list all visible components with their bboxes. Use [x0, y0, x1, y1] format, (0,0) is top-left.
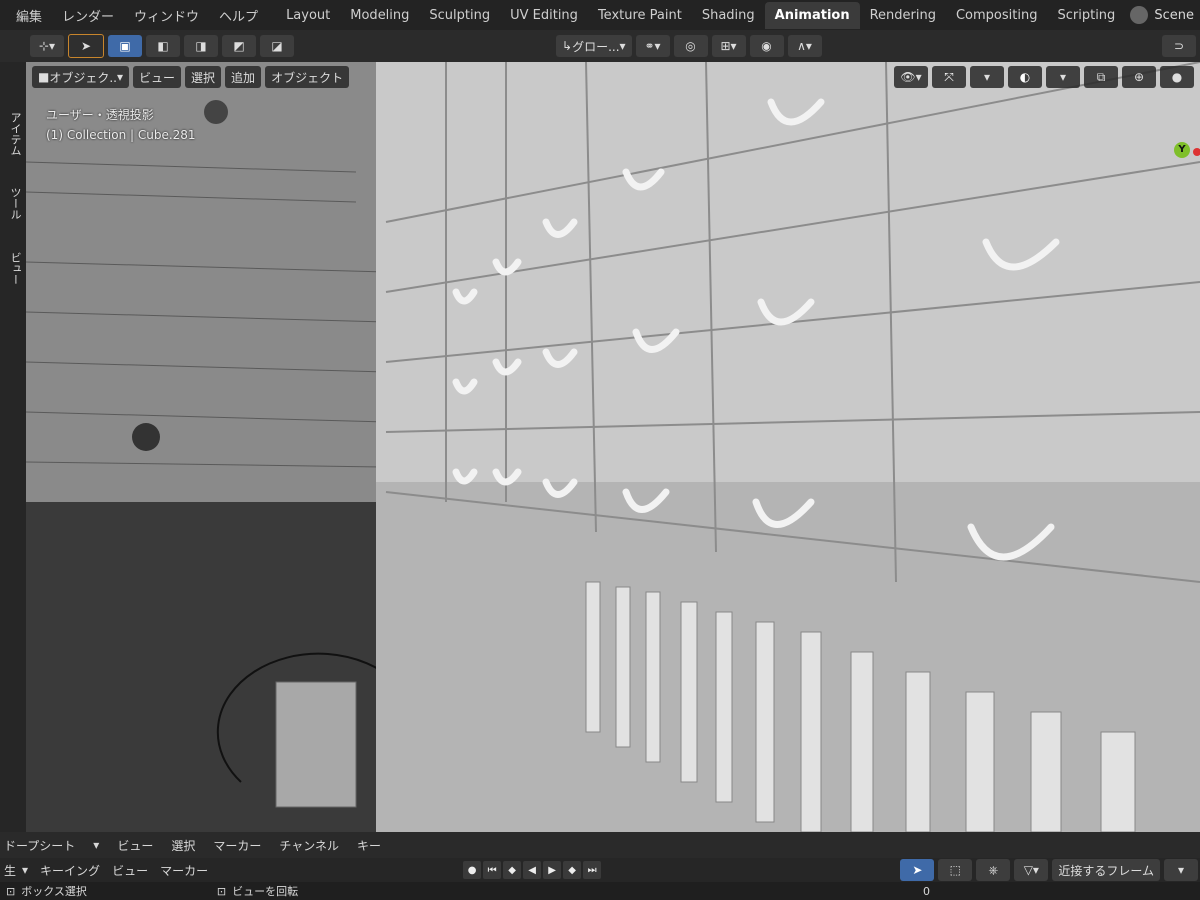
timeline-menu-marker[interactable]: マーカー — [154, 862, 214, 879]
view-name: ユーザー・透視投影 — [46, 108, 154, 122]
dope-menu-view[interactable]: ビュー — [117, 837, 153, 854]
tab-layout[interactable]: Layout — [276, 2, 340, 29]
scene-render — [26, 62, 1200, 832]
status-bar: ⊡ ボックス選択 ⊡ ビューを回転 0 — [0, 882, 1200, 900]
menu-add[interactable]: 追加 — [225, 66, 262, 88]
menu-edit[interactable]: 編集 — [6, 6, 52, 25]
solid-shading-icon[interactable]: ● — [1160, 66, 1194, 88]
status-mid: ビューを回転 — [232, 885, 299, 898]
timeline-menu-view[interactable]: ビュー — [106, 862, 154, 879]
mouse-left-icon: ⊡ — [6, 884, 16, 898]
gizmo-toggle-icon[interactable]: ⤧ — [932, 66, 966, 88]
playback-controls: ● ⏮ ◆ ◀ ▶ ◆ ⏭ — [462, 861, 602, 879]
visibility-icon[interactable]: 👁▾ — [894, 66, 928, 88]
tab-shading[interactable]: Shading — [692, 2, 765, 29]
timeline-prefix: 生 — [4, 863, 17, 878]
jump-start-icon[interactable]: ⏮ — [483, 861, 502, 879]
menu-select[interactable]: 選択 — [185, 66, 222, 88]
snap-icon[interactable]: ◎ — [673, 35, 708, 57]
overlay-toggle-icon[interactable]: ◐ — [1008, 66, 1042, 88]
menu-object[interactable]: オブジェクト — [265, 66, 350, 88]
next-keyframe-icon[interactable]: ◆ — [563, 861, 582, 879]
snap-mode-dropdown[interactable]: 近接するフレーム — [1052, 859, 1160, 881]
xray-icon[interactable]: ⧉ — [1084, 66, 1118, 88]
scene-label: Scene — [1154, 7, 1194, 23]
jump-end-icon[interactable]: ⏭ — [583, 861, 602, 879]
tool-header: ⊹▾ ➤ ▣ ◧ ◨ ◩ ◪ ↳ グロー... ▾ ⚭▾ ◎ ⊞▾ ◉ ∧▾ ⊃ — [0, 30, 1200, 62]
status-right: 0 — [923, 884, 930, 898]
menu-help[interactable]: ヘルプ — [209, 6, 268, 25]
falloff-icon[interactable]: ∧▾ — [787, 35, 822, 57]
tab-animation[interactable]: Animation — [764, 1, 860, 29]
tab-compositing[interactable]: Compositing — [946, 2, 1048, 29]
menu-view[interactable]: ビュー — [133, 66, 182, 88]
overlay-options-icon[interactable]: ▾ — [1046, 66, 1080, 88]
dope-menu-channel[interactable]: チャンネル — [279, 837, 339, 854]
scene-selector[interactable]: Scene — [1130, 6, 1200, 24]
collection-info: (1) Collection | Cube.281 — [46, 128, 196, 142]
select-mode-extend-icon[interactable]: ◧ — [146, 35, 180, 57]
viewport-header: ■ オブジェク.. ▾ ビュー 選択 追加 オブジェクト 👁▾ ⤧ ▾ ◐ ▾ … — [26, 62, 1200, 92]
select-mode-subtract-icon[interactable]: ◨ — [184, 35, 218, 57]
pivot-point-icon[interactable]: ⚭▾ — [635, 35, 670, 57]
timeline-header: 生 ▾ キーイング ビュー マーカー ● ⏮ ◆ ◀ ▶ ◆ ⏭ ➤ ⬚ ⎈ ▽… — [0, 858, 1200, 882]
tool-select-icon[interactable]: ⊹▾ — [30, 35, 64, 57]
menu-keying[interactable]: キーイング — [34, 862, 106, 879]
cursor-tool-icon[interactable]: ➤ — [68, 34, 104, 58]
gizmo-options-icon[interactable]: ▾ — [970, 66, 1004, 88]
main-menu: 編集 レンダー ウィンドウ ヘルプ — [0, 6, 268, 25]
round-window — [132, 423, 160, 451]
scene-icon — [1130, 6, 1149, 24]
transform-orientation-dropdown[interactable]: ↳ グロー... ▾ — [556, 35, 632, 57]
dope-menu-select[interactable]: 選択 — [171, 837, 195, 854]
mode-dropdown[interactable]: ■ オブジェク.. ▾ — [32, 66, 130, 88]
menu-render[interactable]: レンダー — [52, 6, 124, 25]
select-mode-new-icon[interactable]: ▣ — [108, 35, 142, 57]
round-window-top — [204, 100, 228, 124]
dopesheet-header: ドープシート ▾ ビュー 選択 マーカー チャンネル キー — [0, 832, 1200, 858]
record-icon[interactable]: ● — [463, 861, 482, 879]
navigation-gizmo-y[interactable]: Y — [1174, 142, 1190, 158]
select-tool-icon[interactable]: ➤ — [900, 859, 935, 881]
select-mode-intersect-icon[interactable]: ◪ — [260, 35, 294, 57]
tab-scripting[interactable]: Scripting — [1047, 2, 1125, 29]
box-select-icon[interactable]: ⬚ — [938, 859, 973, 881]
play-reverse-icon[interactable]: ◀ — [523, 861, 542, 879]
chevron-down-icon[interactable]: ▾ — [93, 838, 99, 852]
header-options-icon[interactable]: ⊃ — [1162, 35, 1196, 57]
3d-viewport[interactable]: ■ オブジェク.. ▾ ビュー 選択 追加 オブジェクト 👁▾ ⤧ ▾ ◐ ▾ … — [26, 62, 1200, 832]
chevron-down-icon[interactable]: ▾ — [16, 863, 34, 877]
wireframe-shading-icon[interactable]: ⊕ — [1122, 66, 1156, 88]
tab-modeling[interactable]: Modeling — [340, 2, 419, 29]
editor-type[interactable]: ドープシート — [4, 837, 75, 854]
select-mode-invert-icon[interactable]: ◩ — [222, 35, 256, 57]
top-bar: 編集 レンダー ウィンドウ ヘルプ Layout Modeling Sculpt… — [0, 0, 1200, 30]
tab-uv-editing[interactable]: UV Editing — [500, 2, 588, 29]
mouse-middle-icon: ⊡ — [216, 884, 227, 898]
lasso-select-icon[interactable]: ⎈ — [976, 859, 1011, 881]
tab-sculpting[interactable]: Sculpting — [419, 2, 500, 29]
chevron-down-icon[interactable]: ▾ — [1164, 859, 1198, 881]
object-mode-icon: ■ — [38, 70, 50, 84]
tab-tool[interactable]: ツール — [3, 187, 23, 220]
tab-texture-paint[interactable]: Texture Paint — [588, 2, 692, 29]
proportional-edit-icon[interactable]: ◉ — [749, 35, 784, 57]
dope-menu-key[interactable]: キー — [357, 837, 381, 854]
tab-view[interactable]: ビュー — [3, 252, 23, 285]
navigation-gizmo-x[interactable] — [1193, 148, 1200, 156]
play-icon[interactable]: ▶ — [543, 861, 562, 879]
menu-window[interactable]: ウィンドウ — [124, 6, 209, 25]
snap-target-icon[interactable]: ⊞▾ — [711, 35, 746, 57]
sidebar-tabs: アイテム ツール ビュー — [0, 62, 26, 832]
tab-rendering[interactable]: Rendering — [860, 2, 946, 29]
orientation-icon: ↳ — [562, 39, 573, 53]
tab-item[interactable]: アイテム — [3, 112, 23, 156]
workspace-tabs: Layout Modeling Sculpting UV Editing Tex… — [276, 1, 1125, 29]
dope-menu-marker[interactable]: マーカー — [213, 837, 261, 854]
status-left: ボックス選択 — [21, 885, 87, 898]
prev-keyframe-icon[interactable]: ◆ — [503, 861, 522, 879]
filter-icon[interactable]: ▽▾ — [1014, 859, 1049, 881]
